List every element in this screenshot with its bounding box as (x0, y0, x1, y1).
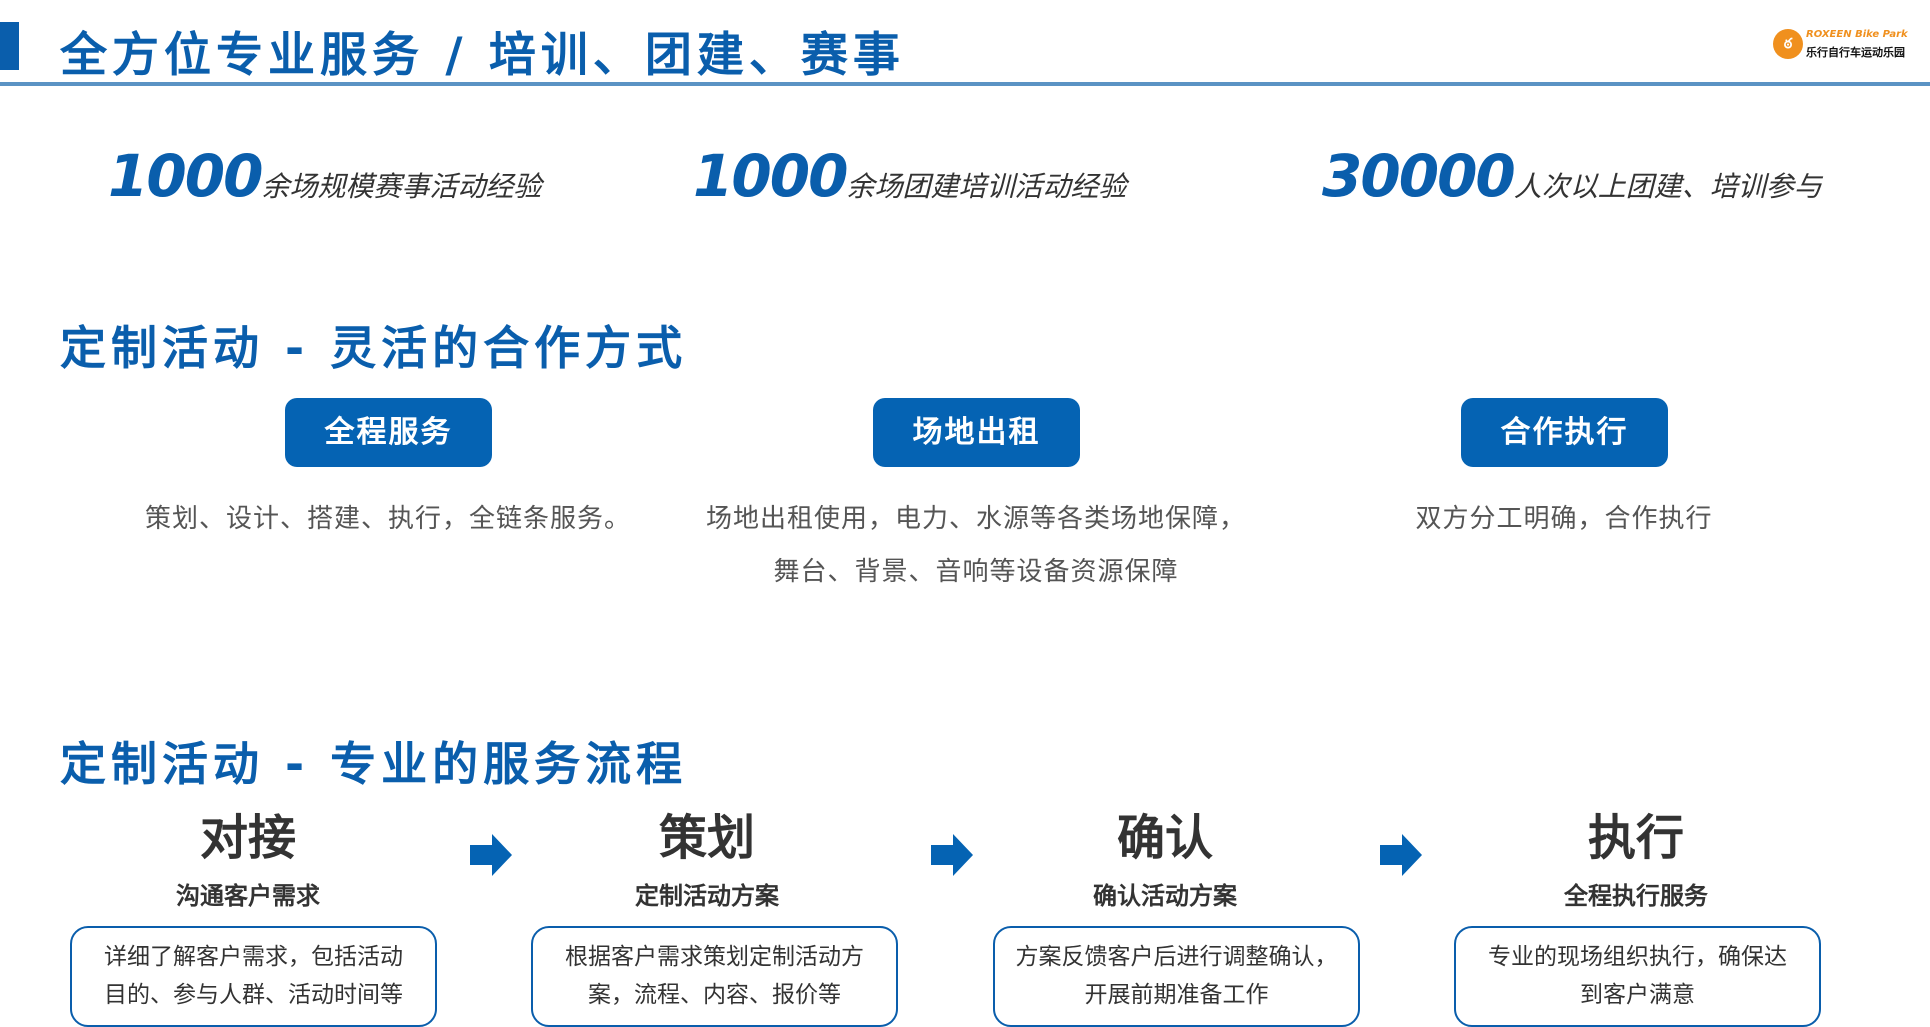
step-desc-box: 根据客户需求策划定制活动方 案，流程、内容、报价等 (531, 926, 898, 1027)
step-desc-box: 专业的现场组织执行，确保达 到客户满意 (1454, 926, 1821, 1027)
step-desc-box: 方案反馈客户后进行调整确认， 开展前期准备工作 (993, 926, 1360, 1027)
logo: ఠ ROXEEN Bike Park 乐行自行车运动乐园 (1773, 27, 1930, 63)
cooperative-execution-desc: 双方分工明确，合作执行 (1264, 493, 1864, 546)
step-title: 确认 (1116, 810, 1213, 866)
process-step: 策划 定制活动方案 (507, 808, 907, 911)
stat-item: 1000余场团建培训活动经验 (693, 142, 1126, 210)
step-subtitle: 定制活动方案 (635, 882, 779, 910)
cooperative-execution-button[interactable]: 合作执行 (1461, 398, 1668, 467)
page-title: 全方位专业服务 / 培训、团建、赛事 (60, 28, 905, 83)
stat-item: 1000余场规模赛事活动经验 (108, 142, 541, 210)
stat-number: 1000 (693, 142, 848, 210)
process-step: 执行 全程执行服务 (1436, 808, 1836, 911)
step-desc-box: 详细了解客户需求，包括活动 目的、参与人群、活动时间等 (70, 926, 437, 1027)
stat-label: 余场规模赛事活动经验 (261, 170, 542, 203)
bike-logo-icon: ఠ (1773, 29, 1803, 59)
step-subtitle: 确认活动方案 (1093, 882, 1237, 910)
desc-line: 舞台、背景、音响等设备资源保障 (773, 557, 1179, 587)
desc-line: 策划、设计、搭建、执行，全链条服务。 (144, 504, 631, 534)
desc-line: 案，流程、内容、报价等 (588, 982, 841, 1008)
arrow-right-icon (931, 834, 973, 876)
desc-line: 根据客户需求策划定制活动方 (565, 944, 864, 970)
step-subtitle: 沟通客户需求 (176, 882, 320, 910)
desc-line: 到客户满意 (1580, 982, 1695, 1008)
desc-line: 开展前期准备工作 (1084, 982, 1269, 1008)
desc-line: 详细了解客户需求，包括活动 (104, 944, 403, 970)
desc-line: 方案反馈客户后进行调整确认， (1015, 944, 1338, 970)
step-subtitle: 全程执行服务 (1564, 882, 1708, 910)
step-title: 策划 (658, 810, 755, 866)
venue-rental-desc: 场地出租使用，电力、水源等各类场地保障， 舞台、背景、音响等设备资源保障 (676, 493, 1276, 599)
desc-line: 专业的现场组织执行，确保达 (1488, 944, 1787, 970)
arrow-right-icon (470, 834, 512, 876)
arrow-right-icon (1380, 834, 1422, 876)
venue-rental-button[interactable]: 场地出租 (873, 398, 1080, 467)
step-title: 对接 (199, 810, 296, 866)
desc-line: 场地出租使用，电力、水源等各类场地保障， (705, 504, 1246, 534)
logo-text-cn: 乐行自行车运动乐园 (1806, 46, 1905, 59)
step-title: 执行 (1587, 810, 1684, 866)
stat-number: 1000 (108, 142, 263, 210)
full-service-desc: 策划、设计、搭建、执行，全链条服务。 (88, 493, 688, 546)
full-service-button[interactable]: 全程服务 (285, 398, 492, 467)
process-step: 对接 沟通客户需求 (48, 808, 448, 911)
desc-line: 双方分工明确，合作执行 (1415, 504, 1713, 534)
stat-number: 30000 (1322, 142, 1516, 210)
stat-item: 30000人次以上团建、培训参与 (1322, 142, 1822, 210)
title-accent-bar (0, 22, 19, 70)
desc-line: 目的、参与人群、活动时间等 (104, 982, 403, 1008)
stat-label: 余场团建培训活动经验 (846, 170, 1127, 203)
logo-text-en: ROXEEN Bike Park (1806, 29, 1908, 40)
section-heading-cooperation: 定制活动 - 灵活的合作方式 (60, 321, 688, 375)
process-step: 确认 确认活动方案 (965, 808, 1365, 911)
section-heading-process: 定制活动 - 专业的服务流程 (60, 737, 688, 791)
header-divider (0, 82, 1930, 86)
stat-label: 人次以上团建、培训参与 (1513, 170, 1822, 203)
